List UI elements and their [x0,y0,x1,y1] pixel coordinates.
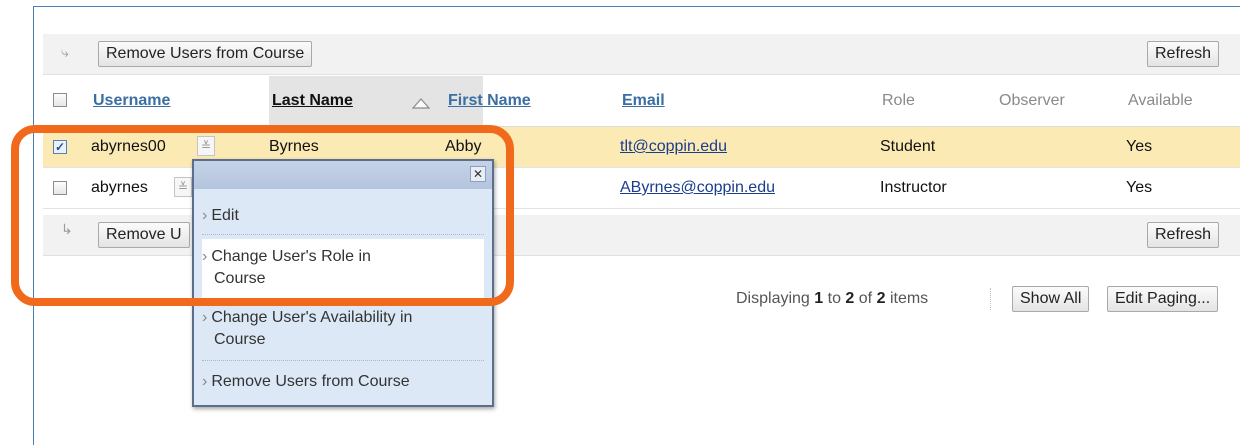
annotation-highlight-ring [11,125,514,306]
column-header-observer: Observer [999,92,1065,109]
column-header-username[interactable]: Username [93,92,170,110]
role-cell: Student [880,138,936,155]
table-header: Username Last Name First Name Email Role… [43,76,1240,127]
paging-divider [990,288,991,310]
column-header-last-name[interactable]: Last Name [272,92,353,110]
refresh-button-top[interactable]: Refresh [1147,41,1220,67]
select-all-checkbox[interactable] [53,93,67,107]
email-link[interactable]: AByrnes@coppin.edu [620,179,775,197]
column-header-role: Role [882,92,915,109]
available-cell: Yes [1126,179,1153,196]
menu-item-change-availability[interactable]: › Change User's Availability in Course [202,307,484,351]
refresh-button-bottom[interactable]: Refresh [1147,222,1220,248]
paging-status: Displaying 1 to 2 of 2 items [736,290,929,307]
email-link[interactable]: tlt@coppin.edu [620,138,727,156]
menu-divider [202,360,484,361]
top-action-bar: ⤷ Remove Users from Course Refresh [43,34,1240,75]
column-header-available: Available [1128,92,1193,109]
column-header-email[interactable]: Email [622,92,665,110]
column-header-first-name[interactable]: First Name [448,92,531,110]
menu-item-remove-users[interactable]: › Remove Users from Course [202,371,484,393]
chevron-right-icon: › [202,309,208,326]
chevron-right-icon: › [202,373,208,390]
edit-paging-button[interactable]: Edit Paging... [1107,286,1219,312]
role-cell: Instructor [880,179,947,196]
remove-users-button[interactable]: Remove Users from Course [98,41,313,67]
bulk-action-arrow-icon: ⤷ [61,44,69,60]
show-all-button[interactable]: Show All [1012,286,1090,312]
sort-ascending-icon[interactable] [412,97,430,109]
available-cell: Yes [1126,138,1153,155]
